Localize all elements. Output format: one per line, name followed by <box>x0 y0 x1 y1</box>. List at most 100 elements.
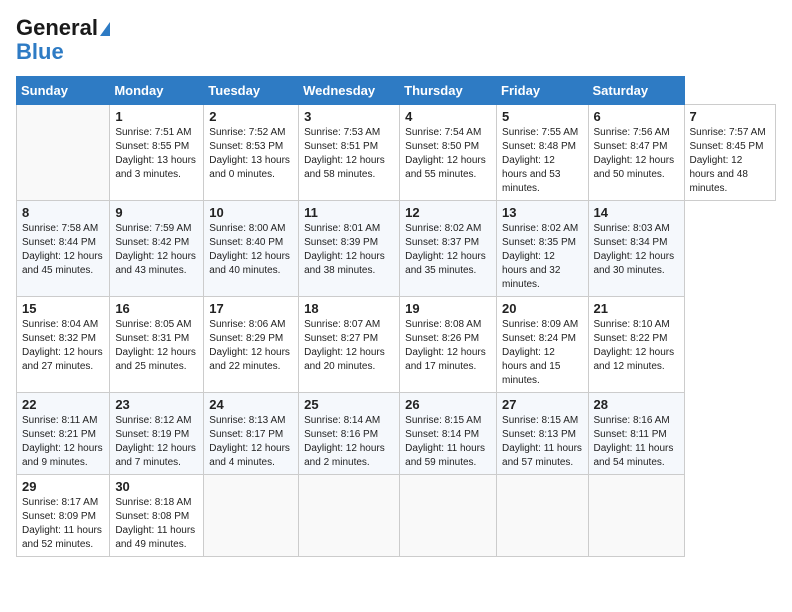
calendar-day-cell: 7 Sunrise: 7:57 AMSunset: 8:45 PMDayligh… <box>684 105 776 201</box>
calendar-week-row: 1 Sunrise: 7:51 AMSunset: 8:55 PMDayligh… <box>17 105 776 201</box>
day-number: 21 <box>594 301 679 316</box>
calendar-table: SundayMondayTuesdayWednesdayThursdayFrid… <box>16 76 776 557</box>
calendar-day-cell: 4 Sunrise: 7:54 AMSunset: 8:50 PMDayligh… <box>400 105 497 201</box>
day-info: Sunrise: 8:16 AMSunset: 8:11 PMDaylight:… <box>594 414 679 470</box>
day-info: Sunrise: 8:01 AMSunset: 8:39 PMDaylight:… <box>304 222 394 278</box>
day-info: Sunrise: 7:52 AMSunset: 8:53 PMDaylight:… <box>209 126 293 182</box>
day-info: Sunrise: 8:02 AMSunset: 8:35 PMDaylight:… <box>502 222 582 292</box>
day-info: Sunrise: 8:00 AMSunset: 8:40 PMDaylight:… <box>209 222 293 278</box>
day-info: Sunrise: 7:55 AMSunset: 8:48 PMDaylight:… <box>502 126 582 196</box>
calendar-day-cell <box>400 475 497 557</box>
day-info: Sunrise: 8:15 AMSunset: 8:13 PMDaylight:… <box>502 414 582 470</box>
day-info: Sunrise: 8:09 AMSunset: 8:24 PMDaylight:… <box>502 318 582 388</box>
calendar-day-cell: 19 Sunrise: 8:08 AMSunset: 8:26 PMDaylig… <box>400 297 497 393</box>
calendar-day-cell <box>588 475 684 557</box>
calendar-body: 1 Sunrise: 7:51 AMSunset: 8:55 PMDayligh… <box>17 105 776 557</box>
calendar-day-header: Friday <box>497 77 588 105</box>
day-number: 27 <box>502 397 582 412</box>
day-info: Sunrise: 8:11 AMSunset: 8:21 PMDaylight:… <box>22 414 104 470</box>
day-number: 17 <box>209 301 293 316</box>
day-number: 5 <box>502 109 582 124</box>
calendar-day-cell: 6 Sunrise: 7:56 AMSunset: 8:47 PMDayligh… <box>588 105 684 201</box>
calendar-day-cell: 11 Sunrise: 8:01 AMSunset: 8:39 PMDaylig… <box>299 201 400 297</box>
day-info: Sunrise: 8:02 AMSunset: 8:37 PMDaylight:… <box>405 222 491 278</box>
calendar-day-cell: 5 Sunrise: 7:55 AMSunset: 8:48 PMDayligh… <box>497 105 588 201</box>
logo-icon <box>100 22 110 36</box>
day-number: 19 <box>405 301 491 316</box>
day-number: 16 <box>115 301 198 316</box>
calendar-day-cell: 1 Sunrise: 7:51 AMSunset: 8:55 PMDayligh… <box>110 105 204 201</box>
day-number: 20 <box>502 301 582 316</box>
calendar-day-cell: 3 Sunrise: 7:53 AMSunset: 8:51 PMDayligh… <box>299 105 400 201</box>
calendar-day-cell: 15 Sunrise: 8:04 AMSunset: 8:32 PMDaylig… <box>17 297 110 393</box>
calendar-day-cell: 23 Sunrise: 8:12 AMSunset: 8:19 PMDaylig… <box>110 393 204 475</box>
day-info: Sunrise: 8:08 AMSunset: 8:26 PMDaylight:… <box>405 318 491 374</box>
day-number: 12 <box>405 205 491 220</box>
calendar-day-cell: 21 Sunrise: 8:10 AMSunset: 8:22 PMDaylig… <box>588 297 684 393</box>
day-info: Sunrise: 8:05 AMSunset: 8:31 PMDaylight:… <box>115 318 198 374</box>
day-info: Sunrise: 7:54 AMSunset: 8:50 PMDaylight:… <box>405 126 491 182</box>
day-number: 29 <box>22 479 104 494</box>
day-info: Sunrise: 7:56 AMSunset: 8:47 PMDaylight:… <box>594 126 679 182</box>
page-header: General Blue <box>16 16 776 64</box>
calendar-day-cell: 29 Sunrise: 8:17 AMSunset: 8:09 PMDaylig… <box>17 475 110 557</box>
day-number: 14 <box>594 205 679 220</box>
day-number: 10 <box>209 205 293 220</box>
day-info: Sunrise: 8:17 AMSunset: 8:09 PMDaylight:… <box>22 496 104 552</box>
calendar-day-cell <box>204 475 299 557</box>
calendar-week-row: 29 Sunrise: 8:17 AMSunset: 8:09 PMDaylig… <box>17 475 776 557</box>
calendar-day-cell: 30 Sunrise: 8:18 AMSunset: 8:08 PMDaylig… <box>110 475 204 557</box>
calendar-day-header: Wednesday <box>299 77 400 105</box>
calendar-day-cell <box>497 475 588 557</box>
calendar-day-cell: 18 Sunrise: 8:07 AMSunset: 8:27 PMDaylig… <box>299 297 400 393</box>
day-number: 4 <box>405 109 491 124</box>
day-number: 13 <box>502 205 582 220</box>
day-info: Sunrise: 8:10 AMSunset: 8:22 PMDaylight:… <box>594 318 679 374</box>
day-info: Sunrise: 7:51 AMSunset: 8:55 PMDaylight:… <box>115 126 198 182</box>
day-info: Sunrise: 8:13 AMSunset: 8:17 PMDaylight:… <box>209 414 293 470</box>
calendar-day-cell: 12 Sunrise: 8:02 AMSunset: 8:37 PMDaylig… <box>400 201 497 297</box>
calendar-day-cell: 2 Sunrise: 7:52 AMSunset: 8:53 PMDayligh… <box>204 105 299 201</box>
calendar-day-cell <box>299 475 400 557</box>
day-number: 15 <box>22 301 104 316</box>
day-number: 7 <box>690 109 771 124</box>
calendar-day-cell: 20 Sunrise: 8:09 AMSunset: 8:24 PMDaylig… <box>497 297 588 393</box>
day-info: Sunrise: 7:59 AMSunset: 8:42 PMDaylight:… <box>115 222 198 278</box>
day-number: 30 <box>115 479 198 494</box>
logo-blue-text: Blue <box>16 40 110 64</box>
day-info: Sunrise: 7:58 AMSunset: 8:44 PMDaylight:… <box>22 222 104 278</box>
calendar-day-header: Saturday <box>588 77 684 105</box>
day-number: 23 <box>115 397 198 412</box>
calendar-day-cell: 9 Sunrise: 7:59 AMSunset: 8:42 PMDayligh… <box>110 201 204 297</box>
logo-general-text: General <box>16 15 98 40</box>
calendar-week-row: 22 Sunrise: 8:11 AMSunset: 8:21 PMDaylig… <box>17 393 776 475</box>
calendar-day-cell: 8 Sunrise: 7:58 AMSunset: 8:44 PMDayligh… <box>17 201 110 297</box>
calendar-day-cell: 25 Sunrise: 8:14 AMSunset: 8:16 PMDaylig… <box>299 393 400 475</box>
day-number: 3 <box>304 109 394 124</box>
calendar-day-header: Sunday <box>17 77 110 105</box>
calendar-day-cell: 13 Sunrise: 8:02 AMSunset: 8:35 PMDaylig… <box>497 201 588 297</box>
day-number: 9 <box>115 205 198 220</box>
day-number: 18 <box>304 301 394 316</box>
calendar-day-cell: 22 Sunrise: 8:11 AMSunset: 8:21 PMDaylig… <box>17 393 110 475</box>
calendar-day-cell: 26 Sunrise: 8:15 AMSunset: 8:14 PMDaylig… <box>400 393 497 475</box>
day-info: Sunrise: 8:12 AMSunset: 8:19 PMDaylight:… <box>115 414 198 470</box>
day-info: Sunrise: 8:18 AMSunset: 8:08 PMDaylight:… <box>115 496 198 552</box>
day-number: 11 <box>304 205 394 220</box>
calendar-day-cell: 28 Sunrise: 8:16 AMSunset: 8:11 PMDaylig… <box>588 393 684 475</box>
day-number: 26 <box>405 397 491 412</box>
calendar-day-cell: 27 Sunrise: 8:15 AMSunset: 8:13 PMDaylig… <box>497 393 588 475</box>
calendar-week-row: 15 Sunrise: 8:04 AMSunset: 8:32 PMDaylig… <box>17 297 776 393</box>
calendar-header-row: SundayMondayTuesdayWednesdayThursdayFrid… <box>17 77 776 105</box>
day-number: 2 <box>209 109 293 124</box>
day-number: 6 <box>594 109 679 124</box>
day-info: Sunrise: 8:07 AMSunset: 8:27 PMDaylight:… <box>304 318 394 374</box>
calendar-day-cell: 10 Sunrise: 8:00 AMSunset: 8:40 PMDaylig… <box>204 201 299 297</box>
day-number: 25 <box>304 397 394 412</box>
calendar-day-header: Thursday <box>400 77 497 105</box>
day-info: Sunrise: 8:14 AMSunset: 8:16 PMDaylight:… <box>304 414 394 470</box>
calendar-day-cell: 17 Sunrise: 8:06 AMSunset: 8:29 PMDaylig… <box>204 297 299 393</box>
day-number: 24 <box>209 397 293 412</box>
logo: General Blue <box>16 16 110 64</box>
calendar-day-cell: 24 Sunrise: 8:13 AMSunset: 8:17 PMDaylig… <box>204 393 299 475</box>
